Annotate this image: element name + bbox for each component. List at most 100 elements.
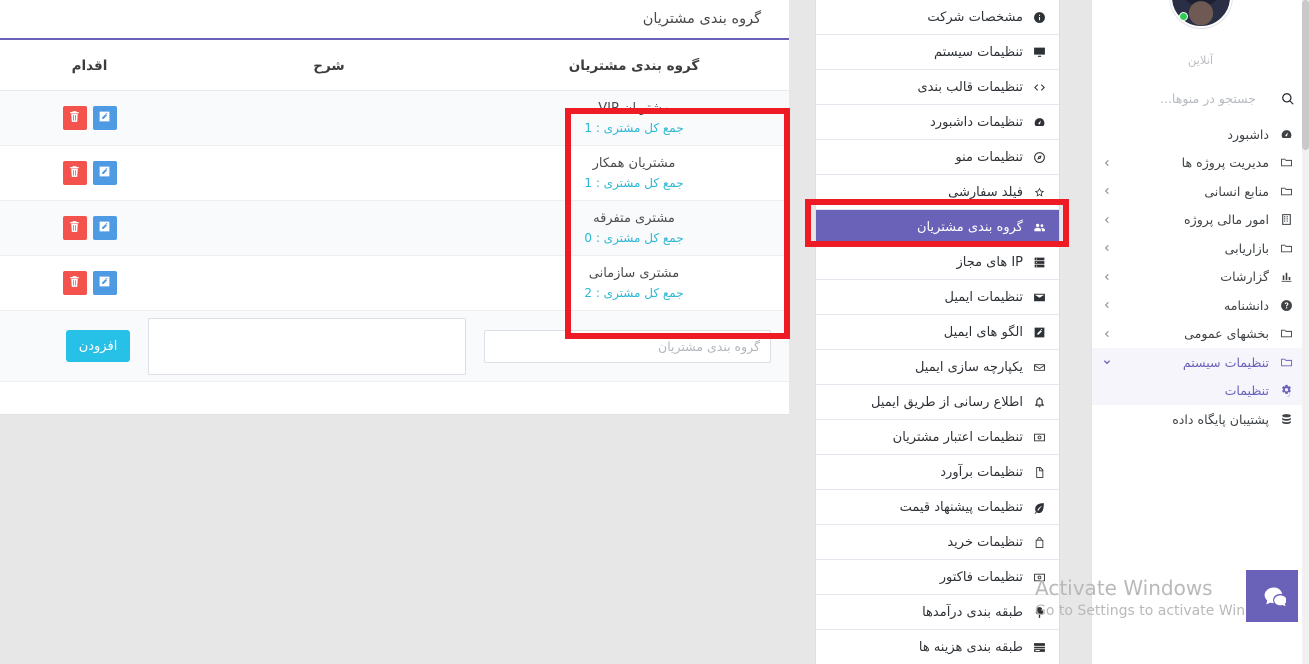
menu-item-3[interactable]: تنظیمات داشبورد [816, 105, 1059, 140]
sidebar-item-4[interactable]: بازاریابی [1092, 234, 1309, 263]
menu-item-label: تنظیمات سیستم [934, 44, 1023, 60]
edit-icon [98, 275, 111, 291]
trash-icon [68, 275, 81, 291]
group-name-input[interactable] [484, 329, 771, 363]
delete-row-button[interactable] [62, 161, 87, 185]
table-row: مشتری سازمانی جمع کل مشتری : 2 [0, 255, 789, 311]
sidebar-item-8[interactable]: تنظیمات سیستم [1092, 348, 1309, 377]
menu-item-17[interactable]: طبقه بندی درآمدها [816, 595, 1059, 630]
sidebar-item-label: داشبورد [1227, 126, 1269, 142]
folder-icon [1278, 356, 1295, 369]
menu-item-label: IP های مجاز [956, 254, 1023, 270]
delete-row-button[interactable] [62, 271, 87, 295]
edit-row-button[interactable] [92, 216, 117, 240]
group-name: مشتریان همکار [592, 155, 676, 171]
add-group-cell: افزودن [0, 310, 789, 382]
group-customer-count: جمع کل مشتری : 1 [584, 120, 684, 135]
delete-row-button[interactable] [62, 106, 87, 130]
chevron-left-icon [1102, 244, 1112, 252]
sidebar-item-label: منابع انسانی [1204, 183, 1269, 199]
menu-item-label: تنظیمات قالب بندی [917, 79, 1023, 95]
table-footer: افزودن [0, 310, 789, 382]
main-sidebar: آنلاین داشبورد مدیریت پروژه ها منابع انسان… [1091, 0, 1309, 664]
group-customer-count: جمع کل مشتری : 2 [584, 285, 684, 300]
cell-group: مشتریان VIP جمع کل مشتری : 1 [479, 90, 789, 146]
edit-icon [98, 110, 111, 126]
menu-item-7[interactable]: IP های مجاز [816, 245, 1059, 280]
sidebar-item-0[interactable]: داشبورد [1092, 120, 1309, 149]
menu-item-8[interactable]: تنظیمات ایمیل [816, 280, 1059, 315]
chevron-left-icon [1102, 159, 1112, 167]
chat-bubble-icon [1264, 587, 1286, 606]
group-name: مشتری متفرقه [593, 210, 675, 226]
menu-item-9[interactable]: الگو های ایمیل [816, 315, 1059, 350]
avatar-area [1092, 0, 1309, 28]
group-name: مشتری سازمانی [588, 265, 680, 281]
pencil-square-icon [1031, 326, 1047, 339]
chart-icon [1278, 270, 1295, 283]
server-icon [1031, 256, 1047, 269]
menu-item-label: یکپارچه سازی ایمیل [914, 359, 1023, 375]
menu-item-6[interactable]: گروه بندی مشتریان [816, 210, 1059, 245]
edit-row-button[interactable] [92, 106, 117, 130]
menu-item-0[interactable]: مشخصات شرکت [816, 0, 1059, 35]
table-header: گروه بندی مشتریان شرح اقدام [0, 40, 789, 91]
add-group-button[interactable]: افزودن [66, 330, 130, 362]
chevron-left-icon [1102, 301, 1112, 309]
group-description-textarea[interactable] [148, 317, 466, 375]
row-action-buttons [62, 161, 117, 185]
table-body: مشتریان VIP جمع کل مشتری : 1 مشتریان همکار… [0, 90, 789, 311]
search-icon [1281, 92, 1295, 106]
menu-item-13[interactable]: تنظیمات برآورد [816, 455, 1059, 490]
menu-item-label: تنظیمات پیشنهاد قیمت [899, 499, 1023, 515]
table-header-row: گروه بندی مشتریان شرح اقدام [0, 40, 789, 91]
menu-item-2[interactable]: تنظیمات قالب بندی [816, 70, 1059, 105]
cell-actions [0, 255, 179, 311]
menu-item-10[interactable]: یکپارچه سازی ایمیل [816, 350, 1059, 385]
folder-icon [1278, 327, 1295, 340]
stack-icon [1031, 641, 1047, 654]
compass-icon [1031, 151, 1047, 164]
chat-button[interactable] [1246, 570, 1298, 622]
sidebar-item-label: گزارشات [1220, 269, 1269, 285]
search-input[interactable] [1106, 91, 1256, 106]
delete-row-button[interactable] [62, 216, 87, 240]
folder-icon [1278, 242, 1295, 255]
content-area: گروه بندی مشتریان گروه بندی مشتریان شرح … [0, 0, 815, 664]
sidebar-item-3[interactable]: امور مالی پروژه [1092, 206, 1309, 235]
menu-item-label: تنظیمات ایمیل [944, 289, 1024, 305]
cell-description [179, 255, 479, 311]
sidebar-item-1[interactable]: مدیریت پروژه ها [1092, 149, 1309, 178]
sidebar-item-label: بازاریابی [1224, 240, 1269, 256]
menu-item-1[interactable]: تنظیمات سیستم [816, 35, 1059, 70]
column-header-actions: اقدام [0, 40, 179, 91]
group-name: مشتریان VIP [598, 100, 670, 116]
menu-item-15[interactable]: تنظیمات خرید [816, 525, 1059, 560]
sidebar-item-5[interactable]: گزارشات [1092, 263, 1309, 292]
sidebar-item-2[interactable]: منابع انسانی [1092, 177, 1309, 206]
settings-menu-panel: مشخصات شرکت تنظیمات سیستم تنظیمات قالب بند… [815, 0, 1060, 664]
cell-group: مشتری متفرقه جمع کل مشتری : 0 [479, 200, 789, 256]
menu-item-12[interactable]: تنظیمات اعتبار مشتریان [816, 420, 1059, 455]
menu-item-11[interactable]: اطلاع رسانی از طریق ایمیل [816, 385, 1059, 420]
column-header-group: گروه بندی مشتریان [479, 40, 789, 91]
menu-item-5[interactable]: فیلد سفارشی [816, 175, 1059, 210]
edit-row-button[interactable] [92, 271, 117, 295]
sidebar-item-10[interactable]: پشتیبان پایگاه داده [1092, 405, 1309, 434]
menu-item-label: اطلاع رسانی از طریق ایمیل [871, 394, 1023, 410]
sidebar-item-label: تنظیمات سیستم [1182, 354, 1269, 370]
menu-item-label: تنظیمات منو [955, 149, 1023, 165]
app-root: گروه بندی مشتریان گروه بندی مشتریان شرح … [0, 0, 1309, 664]
page-scrollbar-thumb[interactable] [1302, 0, 1309, 150]
edit-row-button[interactable] [92, 161, 117, 185]
sidebar-item-6[interactable]: دانشنامه [1092, 291, 1309, 320]
code-icon [1031, 81, 1047, 94]
sidebar-item-7[interactable]: بخشهای عمومی [1092, 320, 1309, 349]
sidebar-item-9[interactable]: تنظیمات [1092, 376, 1309, 405]
menu-item-16[interactable]: تنظیمات فاکتور [816, 560, 1059, 595]
star-icon [1031, 186, 1047, 199]
cell-actions [0, 200, 179, 256]
menu-item-4[interactable]: تنظیمات منو [816, 140, 1059, 175]
menu-item-14[interactable]: تنظیمات پیشنهاد قیمت [816, 490, 1059, 525]
menu-item-18[interactable]: طبقه بندی هزینه ها [816, 630, 1059, 664]
